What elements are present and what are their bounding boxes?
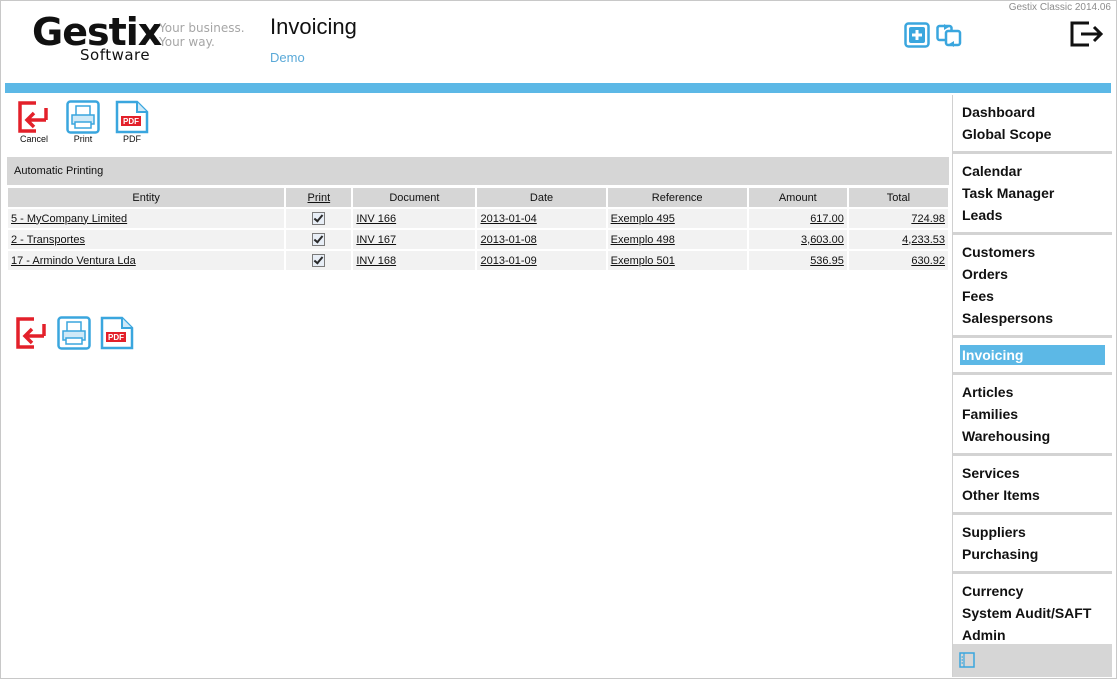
- sidebar-item-suppliers[interactable]: Suppliers: [953, 521, 1112, 543]
- table-header-row: Entity Print Document Date Reference Amo…: [8, 188, 948, 207]
- date-link[interactable]: 2013-01-04: [480, 213, 536, 225]
- amount-link[interactable]: 617.00: [810, 213, 844, 225]
- logo-sub-text: Software: [80, 46, 151, 64]
- print-button[interactable]: Print: [66, 100, 100, 144]
- sidebar-item-warehousing[interactable]: Warehousing: [953, 425, 1112, 447]
- sidebar-item-system-audit-saft[interactable]: System Audit/SAFT: [953, 602, 1112, 624]
- col-document[interactable]: Document: [353, 188, 476, 207]
- table-row: 5 - MyCompany Limited INV 166 2013-01-04…: [8, 209, 948, 228]
- entity-link[interactable]: 5 - MyCompany Limited: [11, 213, 127, 225]
- entity-link[interactable]: 2 - Transportes: [11, 234, 85, 246]
- sidebar-nav: Dashboard Global Scope Calendar Task Manage…: [952, 95, 1112, 677]
- gestix-logo: Gestix Software: [32, 12, 162, 64]
- sidebar-item-calendar[interactable]: Calendar: [953, 160, 1112, 182]
- sidebar-item-articles[interactable]: Articles: [953, 381, 1112, 403]
- printer-icon: [66, 100, 100, 134]
- version-label: Gestix Classic 2014.06: [1008, 2, 1111, 13]
- app-frame: [0, 0, 1117, 679]
- reference-link[interactable]: Exemplo 498: [611, 234, 675, 246]
- reference-link[interactable]: Exemplo 501: [611, 255, 675, 267]
- sidebar-item-customers[interactable]: Customers: [953, 241, 1112, 263]
- sidebar-item-services[interactable]: Services: [953, 462, 1112, 484]
- amount-link[interactable]: 536.95: [810, 255, 844, 267]
- sidebar-group: Dashboard Global Scope: [953, 95, 1112, 154]
- sidebar-item-task-manager[interactable]: Task Manager: [953, 182, 1112, 204]
- logout-icon[interactable]: [1069, 20, 1105, 48]
- pdf-file-icon: PDF: [100, 316, 134, 350]
- panel-toggle-icon[interactable]: [959, 652, 975, 668]
- document-link[interactable]: INV 166: [356, 213, 396, 225]
- sidebar-item-invoicing[interactable]: Invoicing: [960, 345, 1105, 365]
- cancel-label: Cancel: [19, 134, 48, 144]
- sidebar-item-admin[interactable]: Admin: [953, 624, 1112, 646]
- sidebar-item-orders[interactable]: Orders: [953, 263, 1112, 285]
- table-row: 2 - Transportes INV 167 2013-01-08 Exemp…: [8, 230, 948, 249]
- sidebar-group: Calendar Task Manager Leads: [953, 154, 1112, 235]
- invoice-table: Entity Print Document Date Reference Amo…: [6, 186, 950, 272]
- table-row: 17 - Armindo Ventura Lda INV 168 2013-01…: [8, 251, 948, 270]
- col-print[interactable]: Print: [286, 188, 352, 207]
- sidebar-group: Suppliers Purchasing: [953, 515, 1112, 574]
- document-link[interactable]: INV 168: [356, 255, 396, 267]
- pdf-file-icon: PDF: [115, 100, 149, 134]
- sidebar-item-fees[interactable]: Fees: [953, 285, 1112, 307]
- refresh-icon[interactable]: [936, 22, 962, 48]
- sidebar-group: Services Other Items: [953, 456, 1112, 515]
- sidebar-item-other-items[interactable]: Other Items: [953, 484, 1112, 506]
- sidebar-group: Currency System Audit/SAFT Admin: [953, 574, 1112, 655]
- col-amount[interactable]: Amount: [748, 188, 847, 207]
- back-arrow-icon: [16, 317, 46, 349]
- cancel-button[interactable]: Cancel: [16, 100, 52, 144]
- back-arrow-icon: [18, 101, 48, 133]
- sidebar-group: Customers Orders Fees Salespersons: [953, 235, 1112, 338]
- amount-link[interactable]: 3,603.00: [801, 234, 844, 246]
- document-link[interactable]: INV 167: [356, 234, 396, 246]
- sidebar-item-dashboard[interactable]: Dashboard: [953, 101, 1112, 123]
- date-link[interactable]: 2013-01-09: [480, 255, 536, 267]
- col-date[interactable]: Date: [477, 188, 606, 207]
- plus-square-icon[interactable]: [904, 22, 930, 48]
- printer-icon: [57, 316, 91, 350]
- tagline-line1: Your business.: [159, 21, 245, 35]
- pdf-badge-text: PDF: [108, 333, 124, 342]
- print-button-bottom[interactable]: [57, 316, 91, 350]
- sidebar-menu: Dashboard Global Scope Calendar Task Manage…: [953, 95, 1112, 655]
- tagline-line2: Your way.: [159, 35, 215, 49]
- sidebar-item-leads[interactable]: Leads: [953, 204, 1112, 226]
- print-checkbox[interactable]: [312, 212, 326, 225]
- col-reference[interactable]: Reference: [607, 188, 747, 207]
- tagline: Your business. Your way.: [159, 21, 245, 49]
- page-subtitle: Demo: [270, 50, 305, 65]
- sidebar-item-currency[interactable]: Currency: [953, 580, 1112, 602]
- entity-link[interactable]: 17 - Armindo Ventura Lda: [11, 255, 136, 267]
- print-checkbox[interactable]: [312, 233, 326, 246]
- sidebar-group: Articles Families Warehousing: [953, 375, 1112, 456]
- sidebar-item-global-scope[interactable]: Global Scope: [953, 123, 1112, 145]
- sidebar-footer: [953, 644, 1112, 677]
- pdf-label: PDF: [123, 134, 141, 144]
- sidebar-group: Invoicing: [953, 338, 1112, 375]
- header-accent-bar: [5, 83, 1111, 93]
- total-link[interactable]: 630.92: [911, 255, 945, 267]
- total-link[interactable]: 4,233.53: [902, 234, 945, 246]
- date-link[interactable]: 2013-01-08: [480, 234, 536, 246]
- print-label: Print: [73, 134, 93, 144]
- sidebar-item-purchasing[interactable]: Purchasing: [953, 543, 1112, 565]
- cancel-button-bottom[interactable]: [14, 316, 50, 350]
- col-total[interactable]: Total: [848, 188, 948, 207]
- reference-link[interactable]: Exemplo 495: [611, 213, 675, 225]
- sidebar-item-salespersons[interactable]: Salespersons: [953, 307, 1112, 329]
- pdf-button[interactable]: PDF PDF: [115, 100, 149, 144]
- pdf-badge-text: PDF: [123, 117, 139, 126]
- print-checkbox[interactable]: [312, 254, 326, 267]
- total-link[interactable]: 724.98: [911, 213, 945, 225]
- sidebar-item-families[interactable]: Families: [953, 403, 1112, 425]
- section-title: Automatic Printing: [7, 157, 949, 185]
- page-title: Invoicing: [270, 14, 357, 39]
- col-entity[interactable]: Entity: [8, 188, 285, 207]
- pdf-button-bottom[interactable]: PDF: [100, 316, 134, 350]
